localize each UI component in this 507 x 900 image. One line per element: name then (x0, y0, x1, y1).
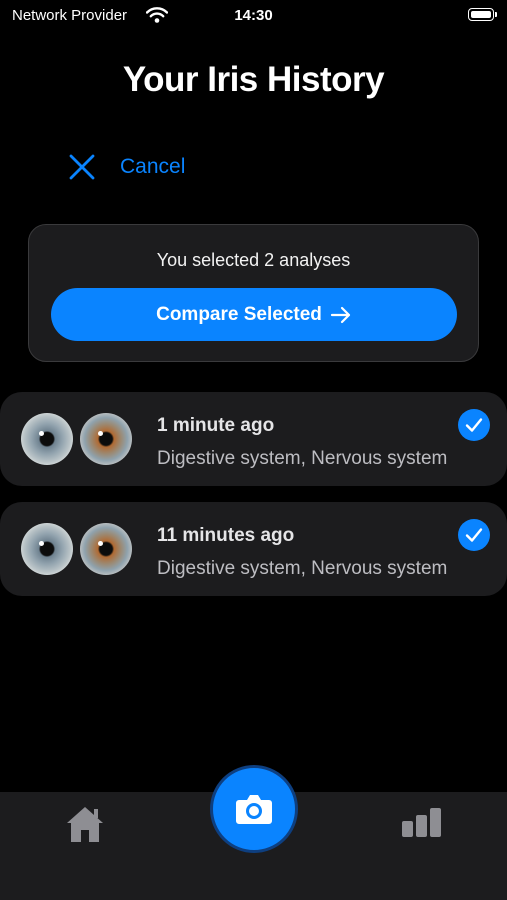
checkmark-icon (465, 418, 483, 432)
battery-nub (495, 12, 497, 17)
history-item[interactable]: 1 minute ago Digestive system, Nervous s… (0, 392, 507, 486)
camera-button[interactable] (210, 765, 298, 853)
compare-label: Compare Selected (156, 303, 322, 325)
item-systems: Digestive system, Nervous system (157, 558, 448, 579)
status-time: 14:30 (234, 7, 273, 24)
page-title: Your Iris History (122, 60, 385, 99)
checkmark-icon (465, 528, 483, 542)
selection-count: You selected 2 analyses (156, 250, 351, 270)
arrow-right-icon (330, 306, 350, 323)
battery-icon (468, 8, 494, 21)
item-time: 1 minute ago (157, 415, 275, 436)
selection-card: You selected 2 analyses Compare Selected (28, 224, 479, 362)
selected-checkbox[interactable] (458, 409, 490, 441)
compare-selected-button[interactable]: Compare Selected (51, 288, 457, 341)
cancel-button[interactable]: Cancel (68, 150, 185, 184)
camera-icon (236, 795, 272, 824)
close-icon (69, 154, 95, 180)
history-item[interactable]: 11 minutes ago Digestive system, Nervous… (0, 502, 507, 596)
right-iris-thumbnail (80, 413, 132, 465)
cancel-label: Cancel (120, 155, 186, 178)
status-bar: Network Provider 14:30 (0, 0, 507, 34)
left-iris-thumbnail (21, 523, 73, 575)
item-time: 11 minutes ago (157, 525, 295, 546)
left-iris-thumbnail (21, 413, 73, 465)
right-iris-thumbnail (80, 523, 132, 575)
home-icon[interactable] (63, 804, 107, 844)
selected-checkbox[interactable] (458, 519, 490, 551)
item-systems: Digestive system, Nervous system (157, 448, 448, 469)
bar-chart-icon[interactable] (400, 806, 444, 838)
